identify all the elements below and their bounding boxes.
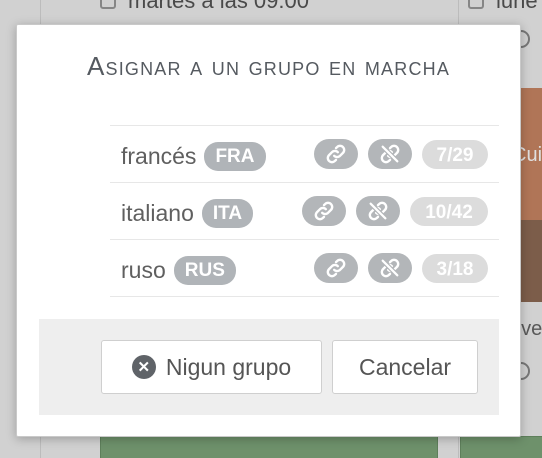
group-row-fra[interactable]: francés FRA 7/29 (110, 126, 499, 183)
cancel-button[interactable]: Cancelar (332, 340, 478, 394)
group-code-badge: ITA (201, 199, 254, 228)
group-name: italiano ITA (121, 199, 254, 228)
unlink-icon (379, 257, 401, 279)
group-name: francés FRA (121, 142, 266, 171)
group-row-rus[interactable]: ruso RUS 3/18 (110, 240, 499, 297)
group-code-badge: RUS (173, 256, 236, 285)
link-button[interactable] (314, 253, 358, 283)
close-circle-icon: ✕ (131, 355, 156, 379)
member-count: 3/18 (422, 254, 488, 283)
cancel-button-label: Cancelar (358, 353, 452, 380)
dialog-title: Asignar a un grupo en marcha (86, 51, 451, 81)
group-code-badge: FRA (204, 142, 266, 171)
member-count: 10/42 (410, 197, 488, 226)
unlink-button[interactable] (368, 139, 412, 169)
link-icon (326, 258, 346, 278)
no-group-button-label: Nigun grupo (165, 353, 292, 380)
unlink-button[interactable] (368, 253, 412, 283)
unlink-button[interactable] (356, 196, 400, 226)
assign-group-dialog: Asignar a un grupo en marcha francésFRA (16, 24, 521, 437)
link-icon (314, 201, 334, 221)
link-button[interactable] (302, 196, 346, 226)
no-group-button[interactable]: ✕ Nigun grupo (101, 340, 322, 394)
group-list: francés FRA 7/29 italiano ITA 10/42 ruso… (110, 125, 499, 297)
unlink-icon (367, 200, 389, 222)
group-row-ita[interactable]: italiano ITA 10/42 (110, 183, 499, 240)
unlink-icon (379, 143, 401, 165)
member-count: 7/29 (422, 140, 488, 169)
group-name: ruso RUS (121, 256, 236, 285)
link-button[interactable] (314, 139, 358, 169)
dialog-footer: ✕ Nigun grupo Cancelar (39, 319, 499, 415)
link-icon (326, 144, 346, 164)
